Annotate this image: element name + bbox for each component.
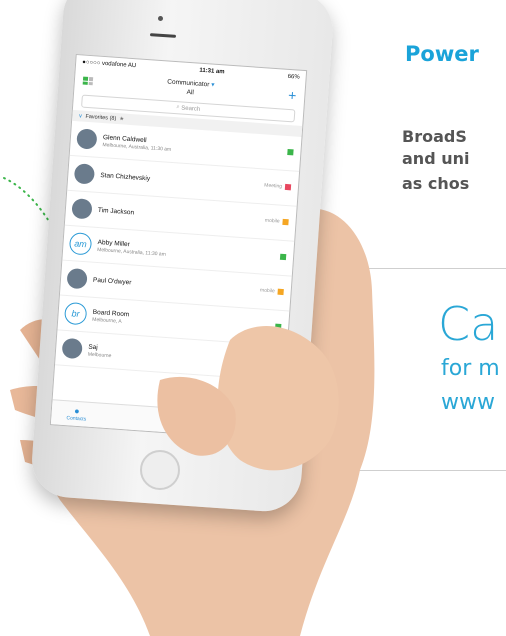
phone-screen: ●○○○○ vodafone AU 11:31 am 66% Communica… (49, 53, 308, 442)
presence-indicator-icon (284, 183, 292, 191)
header-title: Communicator (167, 78, 210, 89)
presence-status: mobile (265, 218, 289, 226)
battery-label: 66% (287, 73, 300, 81)
presence-status: mobile (259, 287, 284, 296)
avatar: br (63, 301, 88, 326)
camera-icon (158, 16, 163, 21)
contact-list: Glenn Caldwell Melbourne, Australia, 11:3… (54, 120, 302, 382)
presence-status (279, 253, 287, 261)
header-title-group[interactable]: Communicator ▾ All (166, 77, 215, 98)
presence-indicator-icon (282, 218, 289, 226)
presence-indicator-icon (279, 253, 287, 261)
presence-status: Meeting (264, 182, 292, 191)
avatar (76, 128, 98, 150)
presence-status (287, 149, 294, 156)
avatar: am (68, 232, 93, 256)
contact-name: Stan Chizhevskiy (100, 171, 151, 182)
presence-text: mobile (259, 287, 275, 295)
star-icon: ★ (119, 115, 125, 123)
presence-status (275, 323, 282, 330)
presence-grid-icon[interactable] (82, 76, 94, 86)
tab-contacts[interactable]: ● Contacts (51, 400, 103, 427)
contact-location: Melbourne (87, 351, 112, 359)
home-button[interactable] (140, 450, 180, 490)
avatar (71, 198, 93, 220)
presence-text: Meeting (264, 182, 283, 190)
carrier-label: ●○○○○ vodafone AU (81, 59, 137, 70)
avatar (73, 163, 96, 185)
time-label: 11:31 am (199, 67, 225, 76)
presence-indicator-icon (287, 149, 294, 156)
presence-indicator-icon (275, 323, 282, 330)
avatar (61, 337, 83, 360)
presence-text: mobile (264, 217, 280, 225)
avatar (66, 267, 88, 290)
phone-in-hand: ●○○○○ vodafone AU 11:31 am 66% Communica… (0, 0, 506, 636)
add-contact-icon[interactable]: + (288, 87, 297, 104)
search-placeholder: Search (181, 104, 201, 113)
contact-name: Paul O'dwyer (92, 276, 132, 286)
favorites-label: Favorites (8) (85, 113, 117, 122)
contact-name: Tim Jackson (97, 206, 135, 216)
chevron-down-icon: ∨ (78, 112, 83, 120)
presence-indicator-icon (277, 288, 284, 296)
